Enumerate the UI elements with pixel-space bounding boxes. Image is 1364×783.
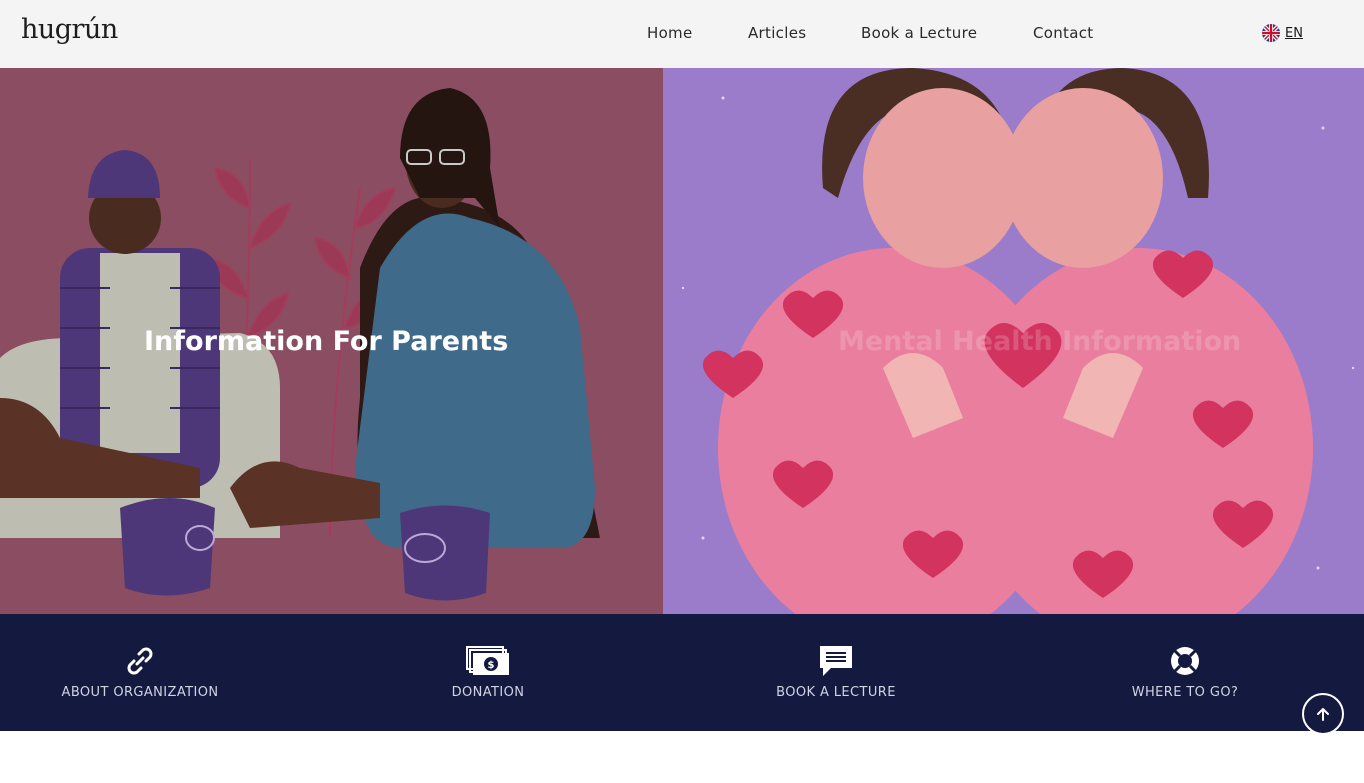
link-icon [127, 647, 153, 675]
chat-icon [820, 646, 852, 676]
feature-about-organization[interactable]: ABOUT ORGANIZATION [10, 644, 270, 700]
nav-item-home[interactable]: Home [647, 24, 693, 42]
svg-text:$: $ [488, 660, 495, 671]
hero-mental-health-panel[interactable]: Mental Health Information [663, 68, 1364, 614]
money-icon: $ [466, 646, 509, 675]
feature-label: DONATION [451, 685, 525, 700]
arrow-up-icon [1317, 708, 1329, 721]
feature-donation[interactable]: $ DONATION [358, 644, 618, 700]
hero-mental-health-title[interactable]: Mental Health Information [838, 326, 1241, 357]
scroll-to-top-button[interactable] [1302, 693, 1344, 735]
uk-flag-icon [1262, 24, 1280, 42]
feature-bar: ABOUT ORGANIZATION $ DONATION BOOK A LEC… [0, 614, 1364, 731]
nav-item-contact[interactable]: Contact [1033, 24, 1093, 42]
feature-book-lecture[interactable]: BOOK A LECTURE [706, 644, 966, 700]
feature-label: BOOK A LECTURE [776, 685, 896, 700]
lifebuoy-icon [1171, 647, 1199, 675]
hero-parents-panel[interactable]: Information For Parents [0, 68, 663, 614]
language-label: EN [1285, 25, 1303, 41]
nav-item-articles[interactable]: Articles [748, 24, 806, 42]
language-switcher[interactable]: EN [1262, 24, 1303, 42]
site-logo[interactable]: hugrún [21, 14, 118, 45]
nav-item-book-lecture[interactable]: Book a Lecture [861, 24, 977, 42]
hero-parents-title[interactable]: Information For Parents [144, 326, 508, 357]
feature-label: WHERE TO GO? [1131, 685, 1239, 700]
feature-label: ABOUT ORGANIZATION [61, 685, 219, 700]
feature-where-to-go[interactable]: WHERE TO GO? [1055, 644, 1315, 700]
site-header: hugrún Home Articles Book a Lecture Cont… [0, 0, 1364, 68]
